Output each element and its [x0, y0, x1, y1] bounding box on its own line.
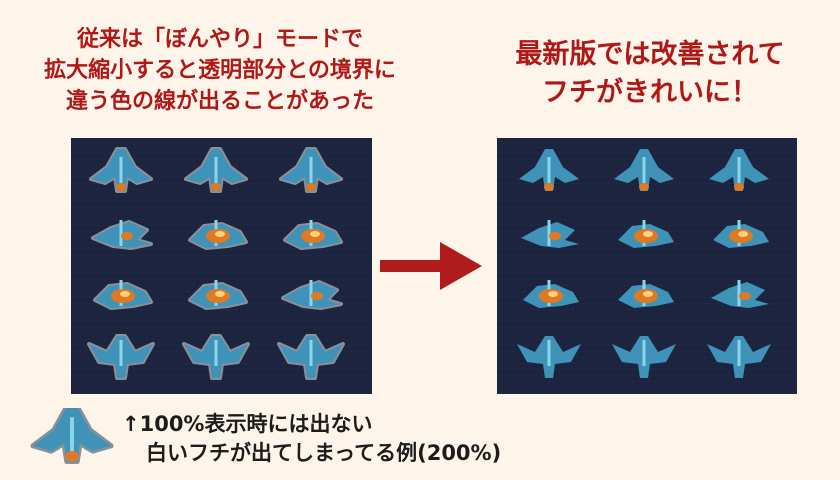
before-bird-3-0	[87, 334, 155, 380]
after-caption-line-1: 最新版では改善されて	[515, 39, 785, 70]
after-bird-0-2	[709, 149, 769, 191]
after-bird-0-0	[519, 149, 579, 191]
before-caption-line-3: 違う色の線が出ることがあった	[65, 89, 374, 114]
after-bird-2-0	[523, 280, 579, 308]
before-sprite-sheet	[71, 138, 372, 394]
example-note-line-2: 白いフチが出てしまってる例(200%)	[146, 441, 502, 465]
after-bird-1-1	[618, 220, 674, 248]
after-bird-3-1	[612, 336, 676, 378]
before-bird-1-2	[283, 220, 343, 250]
enlarged-bird-sprite	[30, 408, 114, 464]
after-bird-2-1	[618, 280, 674, 308]
after-bird-3-0	[517, 336, 581, 378]
before-bird-0-2	[279, 147, 343, 193]
example-note-line-1: ↑100%表示時には出ない	[122, 412, 373, 436]
before-caption-line-2: 拡大縮小すると透明部分との境界に	[44, 58, 396, 83]
after-bird-3-2	[707, 336, 771, 378]
before-bird-0-1	[184, 147, 248, 193]
after-sprite-sheet	[497, 138, 797, 394]
after-caption: 最新版では改善されて フチがきれいに！	[470, 36, 830, 112]
after-bird-0-1	[614, 149, 674, 191]
after-sprite-grid	[517, 149, 771, 378]
before-bird-1-1	[188, 220, 248, 250]
before-bird-2-1	[188, 280, 248, 310]
before-bird-2-0	[93, 280, 153, 310]
example-note: ↑100%表示時には出ない 白いフチが出てしまってる例(200%)	[122, 410, 501, 468]
example-bird	[30, 408, 114, 464]
before-bird-3-2	[277, 334, 345, 380]
after-bird-1-2	[713, 220, 769, 248]
after-bird-1-0	[521, 220, 579, 248]
before-caption-line-1: 従来は「ぼんやり」モードで	[76, 27, 363, 52]
before-bird-0-0	[89, 147, 153, 193]
after-bird-2-2	[711, 280, 769, 308]
after-caption-line-2: フチがきれいに！	[542, 77, 758, 108]
before-sprite-grid	[87, 147, 345, 380]
before-bird-1-0	[91, 220, 153, 250]
before-bird-3-1	[182, 334, 250, 380]
before-caption: 従来は「ぼんやり」モードで 拡大縮小すると透明部分との境界に 違う色の線が出るこ…	[20, 24, 420, 117]
right-arrow-icon	[380, 242, 482, 290]
before-bird-2-2	[281, 280, 343, 310]
